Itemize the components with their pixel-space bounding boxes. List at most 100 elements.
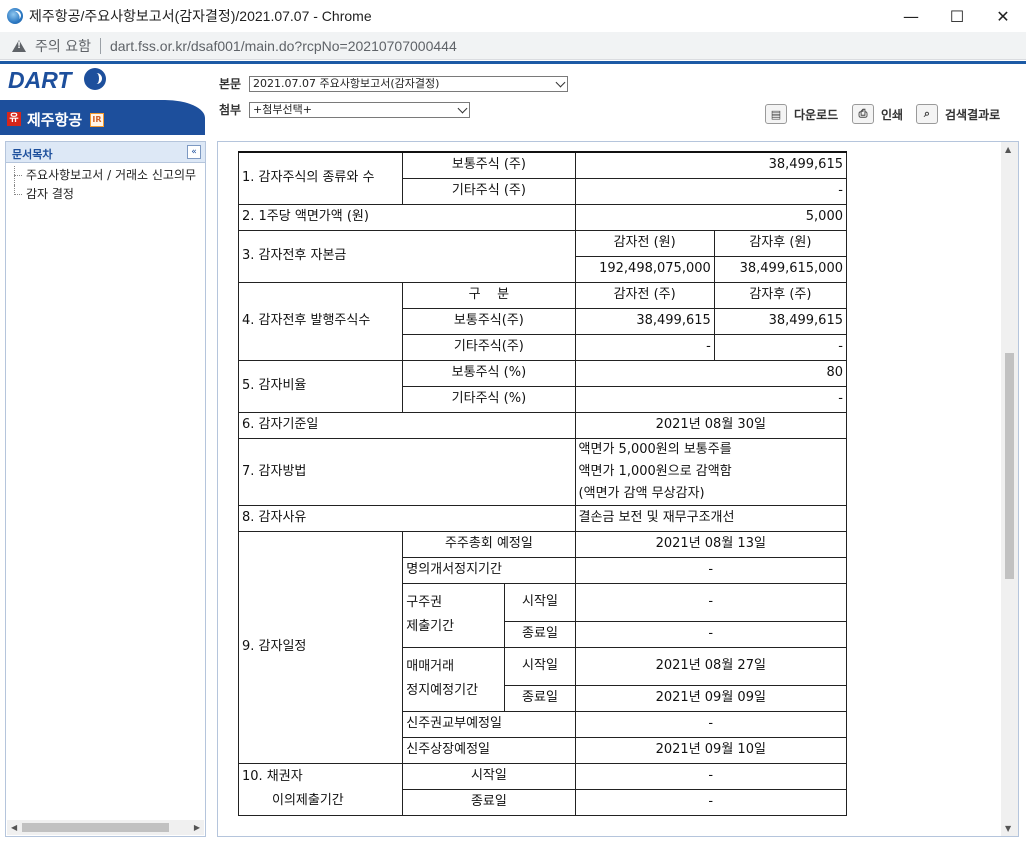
row-4-before-header: 감자전 (주) bbox=[574, 281, 715, 309]
print-label: 인쇄 bbox=[881, 107, 904, 122]
row-1-other-label: 기타주식 (주) bbox=[402, 177, 576, 205]
sidebar-title: 문서목차 bbox=[12, 148, 53, 161]
row-7-label: 7. 감자방법 bbox=[238, 437, 576, 506]
logo-top: DART bbox=[0, 64, 205, 100]
collapse-sidebar-button[interactable]: « bbox=[187, 145, 201, 159]
row-5-common-value: 80 bbox=[574, 359, 848, 387]
download-icon: ▤ bbox=[765, 104, 787, 124]
row-7-line-3: (액면가 감액 무상감자) bbox=[578, 485, 705, 501]
maximize-button[interactable]: ☐ bbox=[934, 0, 980, 32]
row-9-old-cert-line-1: 구주권 bbox=[406, 595, 443, 610]
row-7-line-2: 액면가 1,000원으로 감액함 bbox=[578, 463, 732, 479]
row-10-label-line-1: 10. 채권자 bbox=[242, 769, 303, 784]
capital-reduction-table: 1. 감자주식의 종류와 수 보통주식 (주) 38,499,615 기타주식 … bbox=[237, 151, 848, 816]
company-band: 유 제주항공 IR bbox=[0, 100, 205, 135]
window-title: 제주항공/주요사항보고서(감자결정)/2021.07.07 - Chrome bbox=[29, 8, 372, 24]
row-2-label: 2. 1주당 액면가액 (원) bbox=[238, 203, 576, 231]
row-10-start-value: - bbox=[574, 762, 848, 790]
row-8-label: 8. 감자사유 bbox=[238, 504, 576, 532]
address-bar[interactable]: 주의 요함 dart.fss.or.kr/dsaf001/main.do?rcp… bbox=[0, 32, 1026, 60]
row-9-old-cert-end-label: 종료일 bbox=[504, 620, 576, 648]
attachment-select-value: +첨부선택+ bbox=[253, 103, 312, 116]
row-9-listing-value: 2021년 09월 10일 bbox=[574, 736, 848, 764]
scroll-left-icon[interactable]: ◀ bbox=[11, 823, 17, 832]
sidebar-header: 문서목차 « bbox=[6, 142, 205, 163]
search-icon: ⌕ bbox=[916, 104, 938, 124]
row-6-label: 6. 감자기준일 bbox=[238, 411, 576, 439]
row-9-suspend-value: - bbox=[574, 556, 848, 584]
download-button[interactable]: ▤ 다운로드 bbox=[765, 104, 838, 124]
row-10-end-value: - bbox=[574, 788, 848, 816]
row-4-other-after: - bbox=[713, 333, 848, 361]
print-button[interactable]: ⎙ 인쇄 bbox=[852, 104, 903, 124]
row-4-common-before: 38,499,615 bbox=[574, 307, 715, 335]
row-3-after-value: 38,499,615,000 bbox=[713, 255, 848, 283]
row-1-common-label: 보통주식 (주) bbox=[402, 151, 576, 179]
row-9-trade-start-value: 2021년 08월 27일 bbox=[574, 646, 848, 686]
sidebar-horizontal-scrollbar[interactable]: ◀ ▶ bbox=[7, 820, 204, 835]
row-9-old-cert-start-value: - bbox=[574, 582, 848, 622]
row-9-meeting-value: 2021년 08월 13일 bbox=[574, 530, 848, 558]
toc-tree: 주요사항보고서 / 거래소 신고의무 감자 결정 bbox=[6, 163, 205, 204]
warning-icon[interactable] bbox=[12, 39, 26, 52]
scroll-thumb[interactable] bbox=[1005, 353, 1014, 579]
row-9-label: 9. 감자일정 bbox=[237, 530, 404, 764]
row-9-trade-line-1: 매매거래 bbox=[406, 659, 455, 674]
window-titlebar: 제주항공/주요사항보고서(감자결정)/2021.07.07 - Chrome —… bbox=[0, 0, 1026, 32]
row-9-meeting-label: 주주총회 예정일 bbox=[402, 530, 576, 558]
scroll-thumb[interactable] bbox=[22, 823, 169, 832]
scroll-right-icon[interactable]: ▶ bbox=[194, 823, 200, 832]
chevron-down-icon bbox=[457, 103, 468, 114]
row-5-other-label: 기타주식 (%) bbox=[402, 385, 576, 413]
row-4-other-before: - bbox=[574, 333, 715, 361]
company-name[interactable]: 제주항공 bbox=[27, 109, 82, 130]
dart-logo[interactable]: DART bbox=[8, 67, 71, 94]
close-button[interactable]: ✕ bbox=[980, 0, 1026, 32]
row-3-label: 3. 감자전후 자본금 bbox=[238, 229, 576, 283]
row-9-trade-end-label: 종료일 bbox=[504, 684, 576, 712]
minimize-button[interactable]: — bbox=[888, 0, 934, 32]
row-4-common-label: 보통주식(주) bbox=[402, 307, 576, 335]
row-4-label: 4. 감자전후 발행주식수 bbox=[237, 281, 404, 361]
row-9-trade-line-2: 정지예정기간 bbox=[406, 683, 479, 698]
attachment-label: 첨부 bbox=[219, 103, 242, 117]
row-10-label: 10. 채권자 이의제출기간 bbox=[237, 762, 404, 816]
attachment-select[interactable]: +첨부선택+ bbox=[249, 102, 470, 118]
row-1-other-value: - bbox=[574, 177, 848, 205]
row-9-trade-start-label: 시작일 bbox=[504, 646, 576, 686]
row-9-old-cert-end-value: - bbox=[574, 620, 848, 648]
dart-logo-icon bbox=[84, 68, 106, 90]
row-7-line-1: 액면가 5,000원의 보통주를 bbox=[578, 441, 732, 457]
row-3-after-header: 감자후 (원) bbox=[713, 229, 848, 257]
ir-icon[interactable]: IR bbox=[90, 113, 104, 127]
row-10-label-line-2: 이의제출기간 bbox=[272, 793, 344, 808]
row-4-division-header: 구 분 bbox=[402, 281, 576, 309]
document-toc-sidebar: 문서목차 « 주요사항보고서 / 거래소 신고의무 감자 결정 ◀ ▶ bbox=[5, 141, 206, 837]
row-8-value: 결손금 보전 및 재무구조개선 bbox=[574, 504, 848, 532]
security-label[interactable]: 주의 요함 bbox=[35, 36, 91, 56]
chrome-app-icon bbox=[7, 8, 23, 24]
company-market-badge: 유 bbox=[7, 112, 21, 126]
toc-item-report[interactable]: 주요사항보고서 / 거래소 신고의무 bbox=[6, 166, 205, 185]
row-7-value: 액면가 5,000원의 보통주를 액면가 1,000원으로 감액함 (액면가 감… bbox=[574, 437, 848, 506]
row-2-value: 5,000 bbox=[574, 203, 848, 231]
scroll-down-icon[interactable]: ▼ bbox=[1005, 824, 1011, 833]
scroll-up-icon[interactable]: ▲ bbox=[1005, 145, 1011, 154]
download-label: 다운로드 bbox=[794, 107, 839, 122]
url-text[interactable]: dart.fss.or.kr/dsaf001/main.do?rcpNo=202… bbox=[110, 38, 457, 54]
row-5-common-label: 보통주식 (%) bbox=[402, 359, 576, 387]
row-6-value: 2021년 08월 30일 bbox=[574, 411, 848, 439]
row-9-trade-end-value: 2021년 09월 09일 bbox=[574, 684, 848, 712]
row-1-label: 1. 감자주식의 종류와 수 bbox=[237, 151, 404, 205]
main-doc-select[interactable]: 2021.07.07 주요사항보고서(감자결정) bbox=[249, 76, 568, 92]
content-vertical-scrollbar[interactable]: ▲ ▼ bbox=[1001, 142, 1018, 836]
row-4-other-label: 기타주식(주) bbox=[402, 333, 576, 361]
toc-item-capital-reduction[interactable]: 감자 결정 bbox=[6, 185, 205, 204]
row-3-before-header: 감자전 (원) bbox=[574, 229, 715, 257]
search-results-button[interactable]: ⌕ 검색결과로 bbox=[916, 104, 1000, 124]
row-5-other-value: - bbox=[574, 385, 848, 413]
row-1-common-value: 38,499,615 bbox=[574, 151, 848, 179]
row-9-old-cert-label: 구주권 제출기간 bbox=[402, 582, 506, 648]
row-9-old-cert-line-2: 제출기간 bbox=[406, 619, 455, 634]
row-10-start-label: 시작일 bbox=[402, 762, 576, 790]
